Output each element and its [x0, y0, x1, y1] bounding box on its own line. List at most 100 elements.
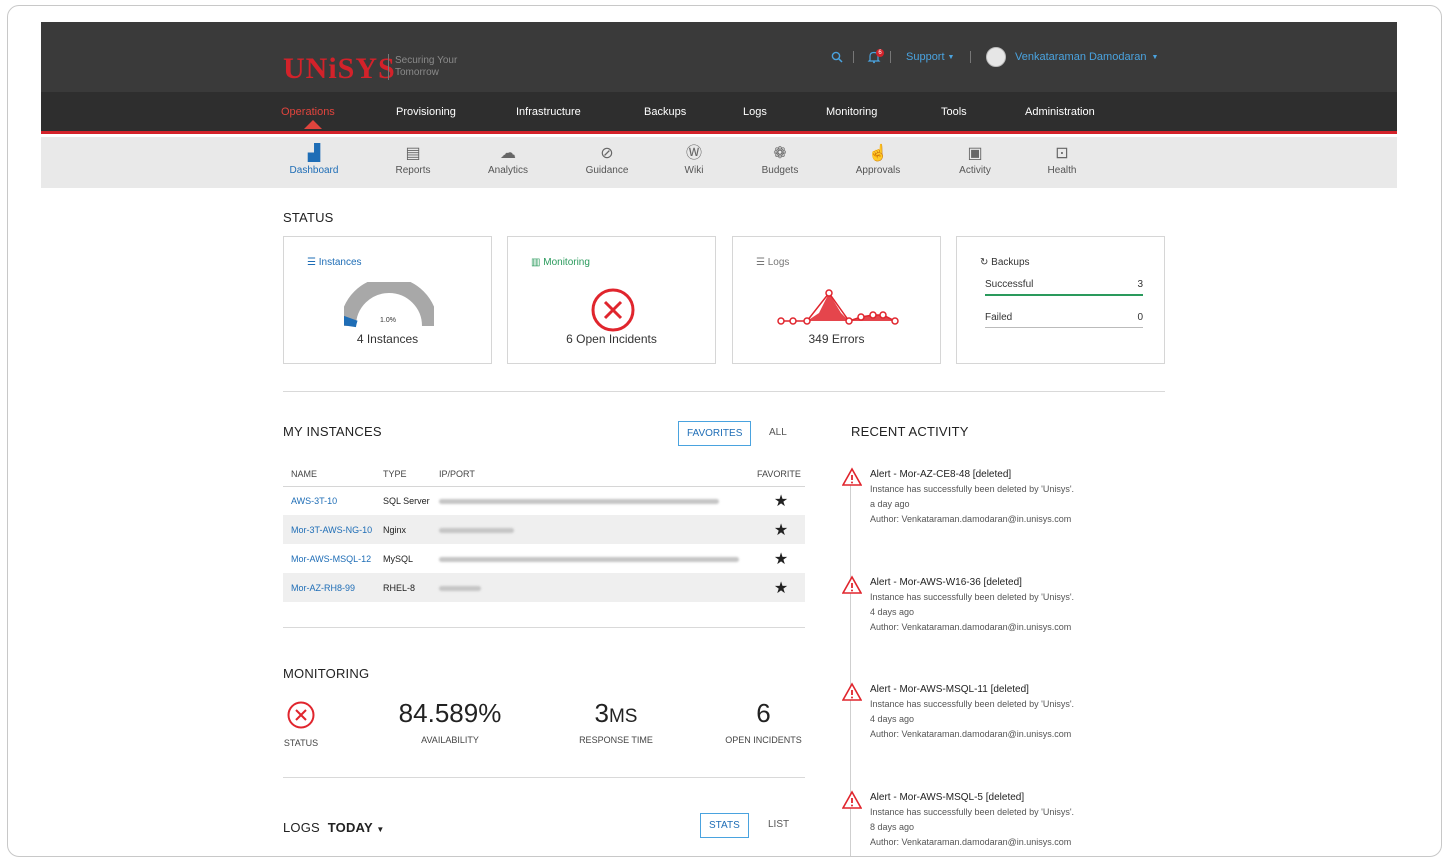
subnav-wiki[interactable]: Ⓦ Wiki — [654, 143, 734, 176]
subnav-label: Wiki — [684, 165, 704, 176]
response-time-value: 3MS — [566, 698, 666, 729]
favorite-star-icon[interactable]: ★ — [749, 515, 805, 544]
failed-count: 0 — [1137, 312, 1143, 323]
activity-item[interactable]: Alert - Mor-AWS-MSQL-5 [deleted] Instanc… — [842, 790, 1142, 850]
nav-backups[interactable]: Backups — [644, 106, 686, 118]
subnav-dashboard[interactable]: ▟ Dashboard — [274, 143, 354, 176]
availability-label: AVAILABILITY — [421, 735, 479, 745]
table-row[interactable]: Mor-3T-AWS-NG-10 Nginx ★ — [283, 515, 805, 544]
monitoring-card[interactable]: ▥ Monitoring 6 Open Incidents — [507, 236, 716, 364]
chevron-down-icon: ▼ — [376, 825, 385, 834]
instance-name-link[interactable]: AWS-3T-10 — [283, 486, 375, 515]
tab-all[interactable]: ALL — [761, 421, 795, 444]
subnav-reports[interactable]: ▤ Reports — [373, 143, 453, 176]
instances-card[interactable]: ☰ Instances 1.0% 4 Instances — [283, 236, 492, 364]
notifications-button[interactable]: 6 — [867, 22, 884, 92]
table-header-row: NAME TYPE IP/PORT FAVORITE — [283, 462, 805, 487]
nav-logs[interactable]: Logs — [743, 106, 767, 118]
coins-icon: ❁ — [773, 145, 787, 162]
activity-title: Alert - Mor-AWS-MSQL-5 [deleted] — [870, 790, 1142, 805]
activity-item[interactable]: Alert - Mor-AWS-W16-36 [deleted] Instanc… — [842, 575, 1142, 635]
search-button[interactable] — [831, 22, 843, 92]
user-menu[interactable]: Venkataraman Damodaran ▼ — [986, 22, 1158, 92]
monitoring-heading: MONITORING — [283, 666, 370, 681]
activity-item[interactable]: Alert - Mor-AZ-CE8-48 [deleted] Instance… — [842, 467, 1142, 527]
subnav-health[interactable]: ⊡ Health — [1022, 143, 1102, 176]
favorite-star-icon[interactable]: ★ — [749, 573, 805, 602]
dashboard-icon: ▟ — [307, 145, 321, 162]
support-menu[interactable]: Support ▼ — [906, 22, 954, 92]
subnav-analytics[interactable]: ☁ Analytics — [468, 143, 548, 176]
subnav-budgets[interactable]: ❁ Budgets — [740, 143, 820, 176]
nav-operations[interactable]: Operations — [281, 106, 335, 118]
activity-time: 4 days ago — [870, 607, 915, 617]
tab-list[interactable]: LIST — [760, 813, 797, 836]
backups-failed-row: Failed 0 — [985, 312, 1143, 328]
nav-administration[interactable]: Administration — [1025, 106, 1095, 118]
subnav-activity[interactable]: ▣ Activity — [935, 143, 1015, 176]
avatar — [986, 47, 1006, 67]
header-divider — [890, 22, 891, 92]
thumbs-up-icon: ☝ — [868, 145, 888, 162]
warning-icon — [842, 467, 862, 486]
tab-stats[interactable]: STATS — [700, 813, 749, 838]
activity-message: Instance has successfully been deleted b… — [870, 592, 1075, 602]
nav-tools[interactable]: Tools — [941, 106, 967, 118]
nav-infrastructure[interactable]: Infrastructure — [516, 106, 581, 118]
health-icon: ⊡ — [1055, 145, 1069, 162]
activity-suffix: [deleted] — [982, 792, 1025, 803]
nav-monitoring[interactable]: Monitoring — [826, 106, 877, 118]
error-circle-icon — [591, 288, 635, 332]
table-row[interactable]: Mor-AWS-MSQL-12 MySQL ★ — [283, 544, 805, 573]
response-time-label: RESPONSE TIME — [579, 735, 653, 745]
backups-card-title: ↻ Backups — [980, 257, 1030, 268]
activity-item[interactable]: Alert - Mor-AWS-MSQL-11 [deleted] Instan… — [842, 682, 1142, 742]
activity-instance-name: Mor-AWS-MSQL-11 — [899, 684, 988, 695]
active-nav-indicator — [304, 120, 322, 129]
logs-period-dropdown[interactable]: TODAY ▼ — [328, 820, 385, 835]
nav-provisioning[interactable]: Provisioning — [396, 106, 456, 118]
open-incidents-metric: 6 OPEN INCIDENTS — [716, 698, 811, 745]
favorite-star-icon[interactable]: ★ — [749, 544, 805, 573]
failed-label: Failed — [985, 312, 1013, 323]
instance-type: SQL Server — [383, 495, 430, 506]
subnav-label: Approvals — [855, 165, 901, 176]
gauge-percent-label: 1.0% — [380, 317, 396, 324]
activity-prefix: Alert - — [870, 684, 900, 695]
backups-card[interactable]: ↻ Backups Successful 3 Failed 0 — [956, 236, 1165, 364]
compass-icon: ⊘ — [600, 145, 614, 162]
tab-favorites[interactable]: FAVORITES — [678, 421, 752, 446]
activity-instance-name: Mor-AZ-CE8-48 — [899, 469, 971, 480]
analytics-icon: ☁ — [500, 145, 516, 162]
list-icon: ☰ — [756, 257, 765, 268]
favorite-star-icon[interactable]: ★ — [749, 486, 805, 515]
sub-nav: ▟ Dashboard ▤ Reports ☁ Analytics ⊘ Guid… — [41, 137, 1397, 188]
activity-author: Author: Venkataraman.damodaran@in.unisys… — [870, 729, 1072, 739]
activity-suffix: [deleted] — [980, 577, 1022, 588]
open-incidents-value: 6 — [756, 698, 771, 728]
instances-table: NAME TYPE IP/PORT FAVORITE AWS-3T-10 SQL… — [283, 462, 805, 602]
instance-type: MySQL — [383, 553, 414, 564]
header-divider — [970, 22, 971, 92]
column-ip: IP/PORT — [431, 462, 749, 487]
recent-activity-heading: RECENT ACTIVITY — [851, 424, 969, 439]
activity-suffix: [deleted] — [987, 684, 1029, 695]
successful-label: Successful — [985, 279, 1034, 290]
response-number: 3 — [594, 698, 609, 728]
activity-time: a day ago — [870, 499, 910, 509]
subnav-guidance[interactable]: ⊘ Guidance — [567, 143, 647, 176]
unisys-logo[interactable]: UNiSYS — [283, 52, 396, 86]
table-row[interactable]: AWS-3T-10 SQL Server ★ — [283, 486, 805, 515]
subnav-approvals[interactable]: ☝ Approvals — [838, 143, 918, 176]
subnav-label: Guidance — [585, 165, 629, 176]
table-row[interactable]: Mor-AZ-RH8-99 RHEL-8 ★ — [283, 573, 805, 602]
instance-name-link[interactable]: Mor-AZ-RH8-99 — [283, 573, 375, 602]
logo-tagline: Securing Your Tomorrow — [395, 55, 475, 79]
activity-instance-name: Mor-AWS-W16-36 — [899, 577, 981, 588]
instance-name-link[interactable]: Mor-3T-AWS-NG-10 — [283, 515, 375, 544]
monitoring-status: STATUS — [281, 700, 321, 748]
instance-type: Nginx — [375, 515, 431, 544]
logs-card[interactable]: ☰ Logs 349 Errors — [732, 236, 941, 364]
activity-message: Instance has successfully been deleted b… — [870, 699, 1075, 709]
instance-name-link[interactable]: Mor-AWS-MSQL-12 — [283, 544, 375, 573]
